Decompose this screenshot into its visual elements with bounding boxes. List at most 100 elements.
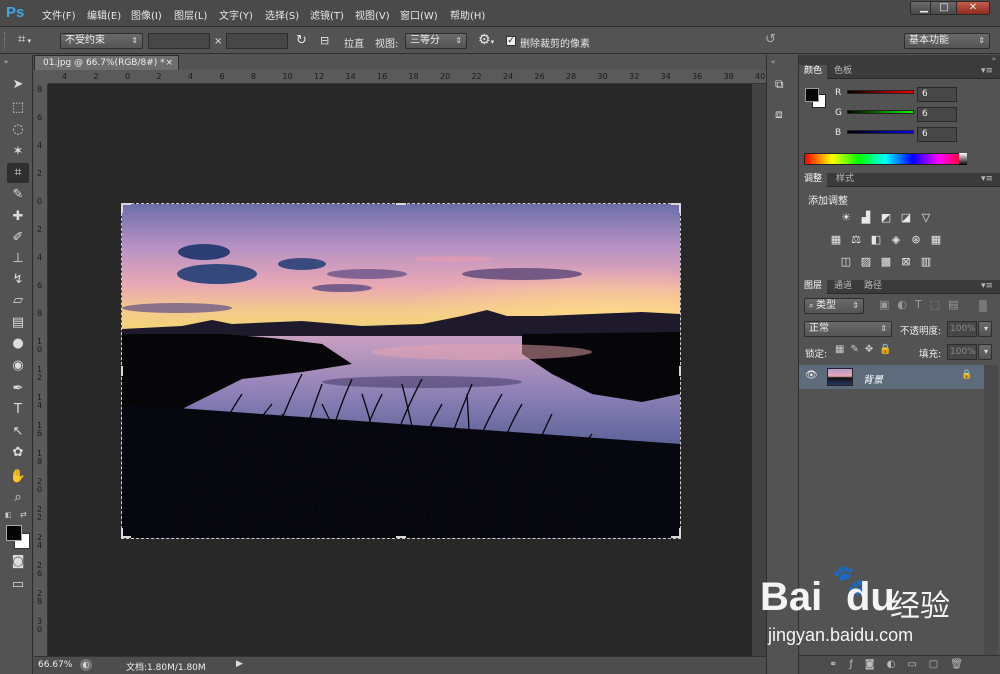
pen-icon[interactable]: ✒ bbox=[7, 379, 29, 399]
panel-menu-icon[interactable]: ▾≡ bbox=[976, 280, 998, 294]
status-menu-arrow-icon[interactable]: ▶ bbox=[236, 659, 243, 669]
collapse-icon[interactable]: » bbox=[4, 58, 28, 66]
crop-tool-icon[interactable]: ⌗ bbox=[7, 163, 29, 183]
threshold-icon[interactable]: ▩ bbox=[879, 256, 893, 268]
straighten-button[interactable]: 拉直 bbox=[344, 35, 364, 50]
hand-icon[interactable]: ✋ bbox=[7, 467, 29, 487]
crop-handle-tl-v[interactable] bbox=[121, 203, 123, 213]
fill-dropdown[interactable]: ▾ bbox=[978, 344, 992, 360]
lasso-tool-icon[interactable]: ◌ bbox=[7, 120, 29, 140]
crop-handle-left[interactable] bbox=[121, 366, 123, 376]
document-tab[interactable]: 01.jpg @ 66.7%(RGB/8#) * × bbox=[34, 55, 179, 70]
screen-mode-icon[interactable]: ▭ bbox=[7, 575, 29, 595]
crop-handle-bl-v[interactable] bbox=[121, 528, 123, 538]
fill-field[interactable]: 100% bbox=[947, 344, 977, 360]
history-brush-icon[interactable]: ↯ bbox=[7, 270, 29, 290]
path-select-icon[interactable]: ↖ bbox=[7, 422, 29, 442]
panel-menu-icon[interactable]: ▾≡ bbox=[976, 173, 998, 187]
eraser-icon[interactable]: ▱ bbox=[7, 291, 29, 311]
panel-menu-icon[interactable]: ▾≡ bbox=[976, 65, 998, 79]
magic-wand-icon[interactable]: ✶ bbox=[7, 142, 29, 162]
crop-handle-br-v[interactable] bbox=[679, 528, 681, 538]
zoom-icon[interactable]: ⌕ bbox=[7, 488, 29, 508]
stamp-icon[interactable]: ⊥ bbox=[7, 249, 29, 269]
levels-icon[interactable]: ▟ bbox=[859, 212, 873, 224]
selective-color-icon[interactable]: ⊠ bbox=[899, 256, 913, 268]
r-value[interactable]: 6 bbox=[917, 87, 957, 102]
properties-panel-icon[interactable]: ⧈ bbox=[775, 107, 793, 123]
panels-collapse-icon[interactable]: » bbox=[799, 55, 1000, 65]
eyedropper-icon[interactable]: ✎ bbox=[7, 185, 29, 205]
tab-paths[interactable]: 路径 bbox=[859, 280, 887, 294]
layers-footer-icons[interactable]: ⚭ƒ◙◐▭▢🗑 bbox=[799, 655, 1000, 674]
menu-filter[interactable]: 滤镜(T) bbox=[310, 7, 344, 22]
crop-handle-bottom[interactable] bbox=[396, 536, 406, 538]
tab-color[interactable]: 颜色 bbox=[799, 65, 828, 79]
tab-adjustments[interactable]: 调整 bbox=[799, 173, 828, 187]
opacity-dropdown[interactable]: ▾ bbox=[978, 321, 992, 337]
ruler-vertical[interactable]: 8 6 4 2 0 2 4 6 8 10 12 14 16 18 20 22 24 26 28 30 bbox=[34, 84, 48, 656]
color-spectrum[interactable] bbox=[804, 153, 967, 165]
crop-handle-top[interactable] bbox=[396, 203, 406, 205]
straighten-icon[interactable]: ⊟ bbox=[320, 34, 329, 47]
move-tool-icon[interactable]: ➤ bbox=[7, 75, 29, 95]
reset-icon[interactable]: ↺ bbox=[765, 32, 776, 47]
menu-file[interactable]: 文件(F) bbox=[42, 7, 76, 22]
crop-handle-right[interactable] bbox=[679, 366, 681, 376]
ratio-select[interactable]: 不受约束 ⇕ bbox=[60, 33, 143, 49]
maximize-button[interactable]: □ bbox=[930, 1, 958, 15]
menu-type[interactable]: 文字(Y) bbox=[219, 7, 253, 22]
menu-window[interactable]: 窗口(W) bbox=[400, 7, 438, 22]
menu-image[interactable]: 图像(I) bbox=[131, 7, 162, 22]
marquee-tool-icon[interactable]: ⬚ bbox=[7, 98, 29, 118]
status-icon[interactable]: ◐ bbox=[80, 659, 92, 671]
blend-mode-select[interactable]: 正常 ⇕ bbox=[804, 321, 892, 337]
b-slider[interactable] bbox=[847, 130, 914, 134]
ruler-horizontal[interactable]: 4 2 0 2 4 6 8 10 12 14 16 18 20 22 24 26 28 30 32 34 36 38 40 bbox=[48, 70, 766, 84]
tab-channels[interactable]: 通道 bbox=[829, 280, 857, 294]
menu-layer[interactable]: 图层(L) bbox=[174, 7, 207, 22]
b-value[interactable]: 6 bbox=[917, 127, 957, 142]
history-panel-icon[interactable]: ⧉ bbox=[775, 77, 793, 93]
color-lookup-icon[interactable]: ▦ bbox=[929, 234, 943, 246]
zoom-level[interactable]: 66.67% bbox=[38, 660, 72, 670]
r-slider[interactable] bbox=[847, 90, 914, 94]
quick-mask-icon[interactable]: ◙ bbox=[7, 552, 29, 572]
close-tab-icon[interactable]: × bbox=[165, 56, 173, 70]
hue-sat-icon[interactable]: ▦ bbox=[829, 234, 843, 246]
opacity-field[interactable]: 100% bbox=[947, 321, 977, 337]
shape-tool-icon[interactable]: ✿ bbox=[7, 443, 29, 463]
width-field[interactable] bbox=[148, 33, 210, 49]
swap-colors-icon[interactable]: ⇄ bbox=[20, 510, 27, 519]
blur-icon[interactable]: ● bbox=[7, 334, 29, 354]
tab-styles[interactable]: 样式 bbox=[831, 173, 859, 187]
type-tool-icon[interactable]: T bbox=[7, 400, 29, 420]
color-fg-swatch[interactable] bbox=[805, 88, 819, 102]
crop-handle-tr-v[interactable] bbox=[679, 203, 681, 213]
exposure-icon[interactable]: ◪ bbox=[899, 212, 913, 224]
color-balance-icon[interactable]: ⚖ bbox=[849, 234, 863, 246]
g-slider[interactable] bbox=[847, 110, 914, 114]
layer-filter-select[interactable]: ⌕ 类型 ⇕ bbox=[804, 298, 864, 314]
tab-layers[interactable]: 图层 bbox=[799, 280, 828, 294]
eye-icon[interactable]: 👁 bbox=[805, 370, 818, 381]
channel-mixer-icon[interactable]: ⊛ bbox=[909, 234, 923, 246]
menu-help[interactable]: 帮助(H) bbox=[450, 7, 485, 22]
layer-name[interactable]: 背景 bbox=[863, 371, 883, 386]
black-white-icon[interactable]: ◧ bbox=[869, 234, 883, 246]
close-window-button[interactable]: ✕ bbox=[956, 1, 990, 15]
brightness-icon[interactable]: ☀ bbox=[839, 212, 853, 224]
filter-icons[interactable]: ▣◐T⬚▤ bbox=[879, 298, 967, 311]
gradient-icon[interactable]: ▤ bbox=[7, 313, 29, 333]
photo-filter-icon[interactable]: ◈ bbox=[889, 234, 903, 246]
crop-tool-preset-icon[interactable]: ⌗ ▾ bbox=[18, 32, 48, 50]
dodge-icon[interactable]: ◉ bbox=[7, 356, 29, 376]
view-select[interactable]: 三等分 ⇕ bbox=[405, 33, 467, 49]
sunset-lake-photo[interactable] bbox=[121, 203, 681, 539]
g-value[interactable]: 6 bbox=[917, 107, 957, 122]
filter-toggle[interactable] bbox=[979, 300, 987, 312]
foreground-color-swatch[interactable] bbox=[6, 525, 22, 541]
menu-select[interactable]: 选择(S) bbox=[265, 7, 299, 22]
vibrance-icon[interactable]: ▽ bbox=[919, 212, 933, 224]
invert-icon[interactable]: ◫ bbox=[839, 256, 853, 268]
